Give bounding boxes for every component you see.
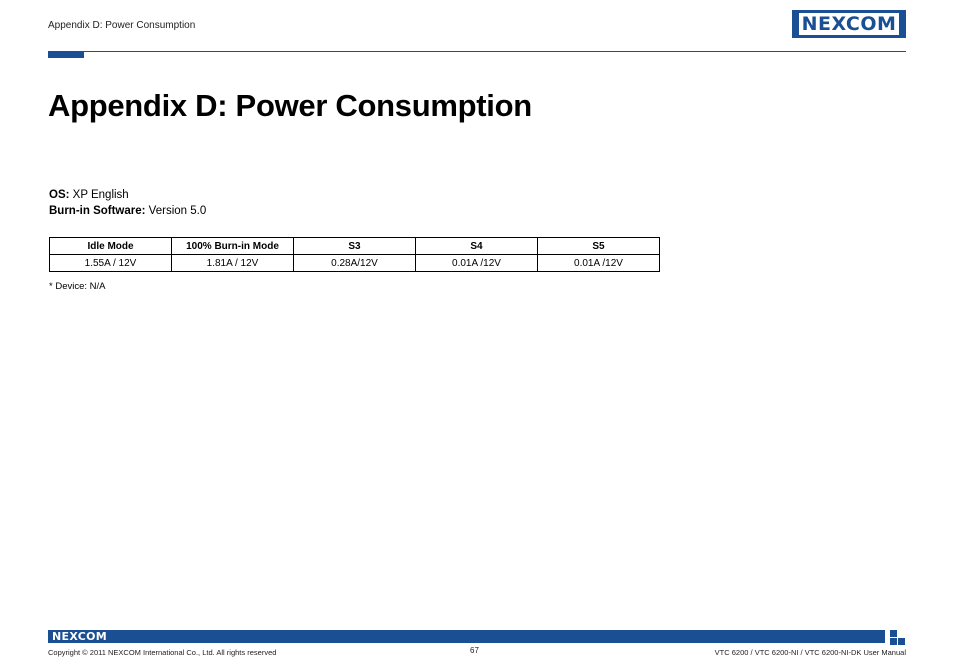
page-title: Appendix D: Power Consumption — [48, 88, 532, 123]
table-row: 1.55A / 12V 1.81A / 12V 0.28A/12V 0.01A … — [49, 254, 660, 272]
running-header: Appendix D: Power Consumption — [48, 20, 196, 31]
footer-logo: NEXCOM — [52, 630, 107, 643]
header-rule — [48, 51, 906, 52]
table-cell: 0.01A /12V — [415, 254, 538, 272]
burn-in-software-line: Burn-in Software: Version 5.0 — [49, 205, 206, 217]
os-label: OS: — [49, 189, 70, 201]
table-cell: 1.81A / 12V — [171, 254, 294, 272]
os-value: XP English — [69, 189, 129, 201]
table-cell: 0.28A/12V — [293, 254, 416, 272]
table-cell: 0.01A /12V — [537, 254, 660, 272]
column-header: 100% Burn-in Mode — [171, 237, 294, 255]
footer-square-icon — [890, 638, 897, 645]
nexcom-logo: NEXCOM — [792, 10, 906, 38]
copyright-text: Copyright © 2011 NEXCOM International Co… — [48, 648, 277, 657]
footer-square-icon — [890, 630, 897, 637]
table-cell: 1.55A / 12V — [49, 254, 172, 272]
burn-in-software-value: Version 5.0 — [145, 205, 207, 217]
column-header: S3 — [293, 237, 416, 255]
burn-in-software-label: Burn-in Software: — [49, 205, 146, 217]
footer-bar — [48, 630, 885, 643]
manual-title: VTC 6200 / VTC 6200-NI / VTC 6200-NI-DK … — [714, 648, 906, 657]
power-consumption-table: Idle Mode 100% Burn-in Mode S3 S4 S5 1.5… — [49, 237, 660, 272]
nexcom-logo-text: NEXCOM — [801, 13, 897, 35]
os-line: OS: XP English — [49, 189, 129, 201]
column-header: S5 — [537, 237, 660, 255]
page-number: 67 — [470, 646, 479, 655]
table-header-row: Idle Mode 100% Burn-in Mode S3 S4 S5 — [49, 237, 660, 255]
header-tab-marker — [48, 51, 84, 58]
column-header: Idle Mode — [49, 237, 172, 255]
footnote: * Device: N/A — [49, 281, 106, 292]
footer-square-icon — [898, 638, 905, 645]
column-header: S4 — [415, 237, 538, 255]
